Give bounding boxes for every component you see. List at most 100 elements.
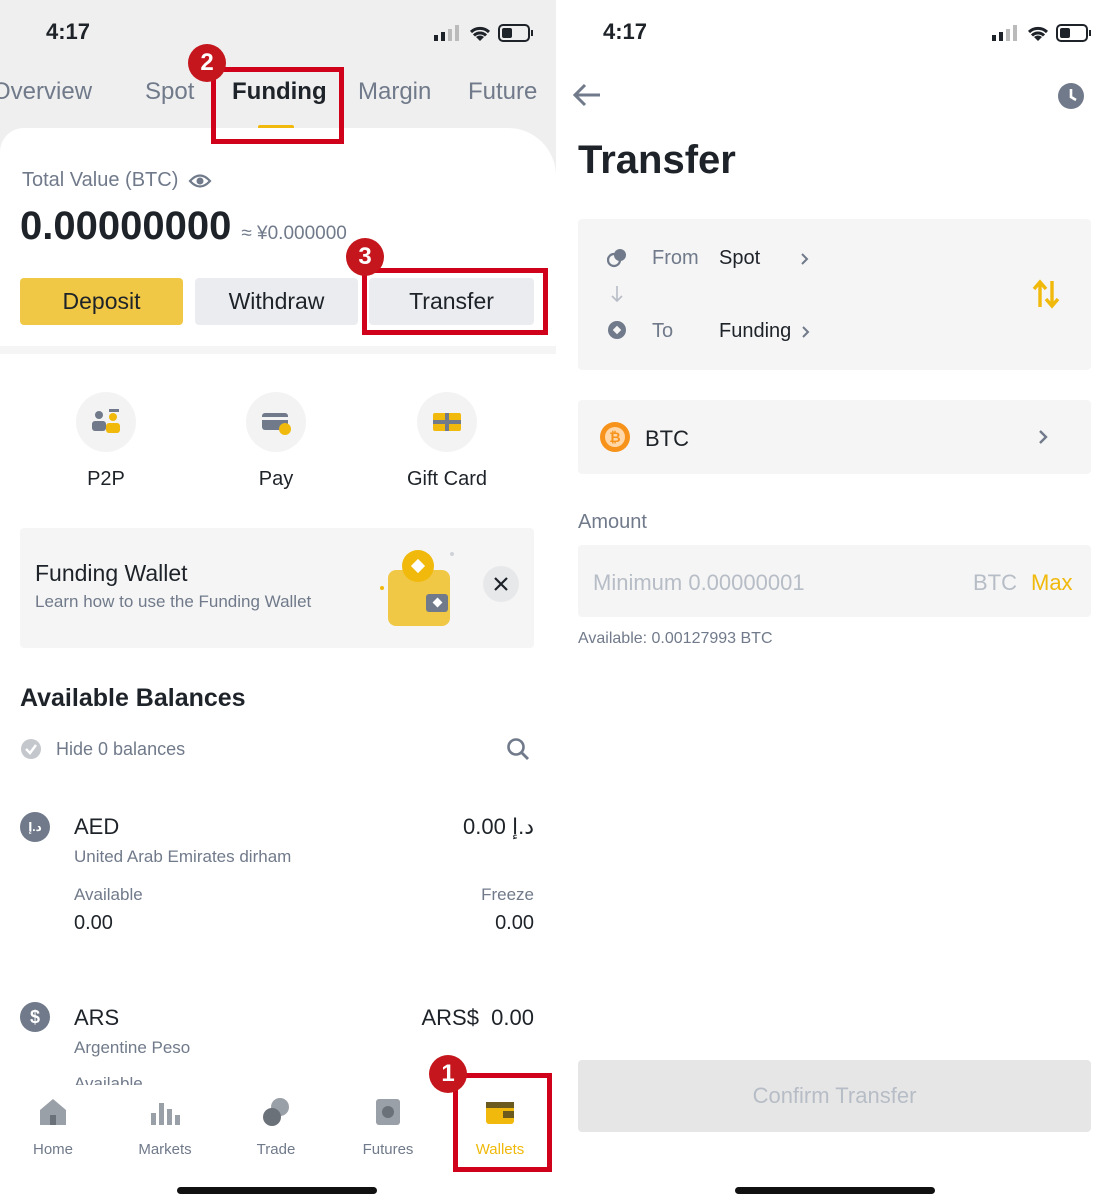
close-icon [494, 577, 508, 591]
home-icon [40, 1099, 66, 1125]
coin-name: Argentine Peso [74, 1038, 191, 1057]
to-wallet-selector[interactable]: Funding [719, 320, 811, 343]
funding-wallet-banner[interactable]: Funding Wallet Learn how to use the Fund… [20, 528, 534, 648]
aed-icon: د.إ [20, 812, 50, 842]
nav-label: Futures [362, 1141, 414, 1158]
markets-icon [151, 1103, 180, 1125]
wallet-illustration-icon [380, 550, 454, 626]
available-label: Available [74, 885, 143, 904]
balances-title: Available Balances [20, 684, 246, 712]
p2p-icon [76, 392, 136, 452]
amount-field[interactable]: Minimum 0.00000001 BTC Max [578, 545, 1091, 617]
nav-home[interactable]: Home [13, 1095, 93, 1158]
chevron-right-icon [801, 252, 809, 265]
annotation-box-wallets-nav [453, 1073, 552, 1172]
total-value-label-row: Total Value (BTC) [22, 169, 212, 192]
fiat-value: ≈ ¥0.000000 [241, 223, 347, 244]
banner-title: Funding Wallet [35, 560, 188, 586]
status-icons [434, 24, 534, 42]
history-icon[interactable] [1057, 82, 1085, 110]
to-label: To [652, 320, 674, 342]
amount-unit: BTC [973, 570, 1017, 595]
hide-zero-label: Hide 0 balances [56, 738, 186, 759]
annotation-box-transfer-button [362, 268, 548, 335]
from-value: Spot [719, 247, 761, 269]
home-indicator [177, 1187, 377, 1194]
battery-icon [498, 24, 533, 42]
status-bar: 4:17 [556, 0, 1102, 60]
nav-trade[interactable]: Trade [236, 1095, 316, 1158]
wifi-icon [469, 26, 491, 41]
eye-icon[interactable] [188, 172, 212, 190]
funding-wallet-icon [608, 321, 626, 339]
status-bar: 4:17 [0, 0, 556, 60]
section-divider [0, 346, 556, 354]
service-gift-card[interactable]: Gift Card [387, 392, 507, 491]
withdraw-button[interactable]: Withdraw [195, 278, 358, 325]
back-arrow-icon[interactable] [572, 82, 602, 108]
amount-input-placeholder[interactable]: Minimum 0.00000001 [593, 570, 805, 596]
service-p2p[interactable]: P2P [46, 392, 166, 491]
tab-margin[interactable]: Margin [358, 78, 431, 106]
gift-card-icon [417, 392, 477, 452]
from-to-card: From Spot To Funding [578, 219, 1091, 370]
nav-label: Home [32, 1141, 73, 1158]
annotation-badge-1: 1 [429, 1055, 467, 1093]
search-icon[interactable] [506, 737, 530, 761]
coin-amount: ARS$ 0.00 [421, 1005, 534, 1030]
from-wallet-selector[interactable]: Spot [719, 247, 810, 270]
spot-wallet-icon [607, 249, 626, 268]
tab-spot[interactable]: Spot [145, 78, 194, 106]
chevron-right-icon [802, 325, 810, 338]
check-circle-icon [21, 739, 41, 759]
signal-icon [434, 25, 459, 41]
service-label: Pay [258, 468, 294, 490]
list-item[interactable]: د.إ AED 0.00 د.إ United Arab Emirates di… [0, 812, 556, 942]
available-balance: Available: 0.00127993 BTC [578, 630, 773, 647]
close-banner-button[interactable] [483, 566, 519, 602]
nav-markets[interactable]: Markets [125, 1095, 205, 1158]
chevron-right-icon [1039, 430, 1048, 444]
coin-code: BTC [645, 426, 689, 451]
nav-label: Trade [256, 1141, 296, 1158]
page-title: Transfer [578, 138, 736, 182]
ars-icon: $ [20, 1002, 50, 1032]
status-icons [992, 24, 1092, 42]
freeze-value: 0.00 [495, 912, 534, 934]
swap-icon[interactable] [1032, 279, 1060, 309]
coin-code: ARS [74, 1005, 120, 1030]
annotation-badge-2: 2 [188, 44, 226, 82]
hide-zero-toggle[interactable]: Hide 0 balances [20, 738, 185, 760]
available-label: Available [74, 1074, 143, 1085]
battery-icon [1056, 24, 1091, 42]
from-label: From [652, 247, 699, 269]
signal-icon [992, 25, 1017, 41]
svg-text:₿: ₿ [609, 430, 620, 446]
available-value: 0.00 [74, 912, 113, 934]
wifi-icon [1027, 26, 1049, 41]
confirm-transfer-button[interactable]: Confirm Transfer [578, 1060, 1091, 1132]
total-value-label: Total Value (BTC) [22, 169, 179, 191]
service-label: P2P [87, 468, 125, 490]
service-label: Gift Card [406, 468, 488, 490]
coin-code: AED [74, 814, 120, 839]
coin-name: United Arab Emirates dirham [74, 847, 292, 866]
funding-wallet-screen: 4:17 Overview Spot Funding Margin Future [0, 0, 556, 1202]
tab-futures[interactable]: Future [468, 78, 537, 106]
total-value: 0.00000000 [20, 204, 232, 248]
coin-selector[interactable]: ₿ BTC [578, 400, 1091, 474]
status-time: 4:17 [603, 19, 648, 44]
annotation-badge-3: 3 [346, 238, 384, 276]
tab-overview[interactable]: Overview [0, 78, 92, 106]
deposit-button[interactable]: Deposit [20, 278, 183, 325]
total-value-row: 0.00000000 ≈ ¥0.000000 [20, 204, 347, 249]
home-indicator [735, 1187, 935, 1194]
nav-label: Markets [138, 1141, 192, 1158]
annotation-box-funding-tab [211, 67, 344, 144]
max-button[interactable]: Max [1031, 570, 1073, 596]
service-pay[interactable]: Pay [216, 392, 336, 491]
trade-icon [263, 1098, 289, 1126]
nav-futures[interactable]: Futures [348, 1095, 428, 1158]
arrow-down-icon [611, 286, 623, 303]
to-value: Funding [719, 320, 792, 342]
